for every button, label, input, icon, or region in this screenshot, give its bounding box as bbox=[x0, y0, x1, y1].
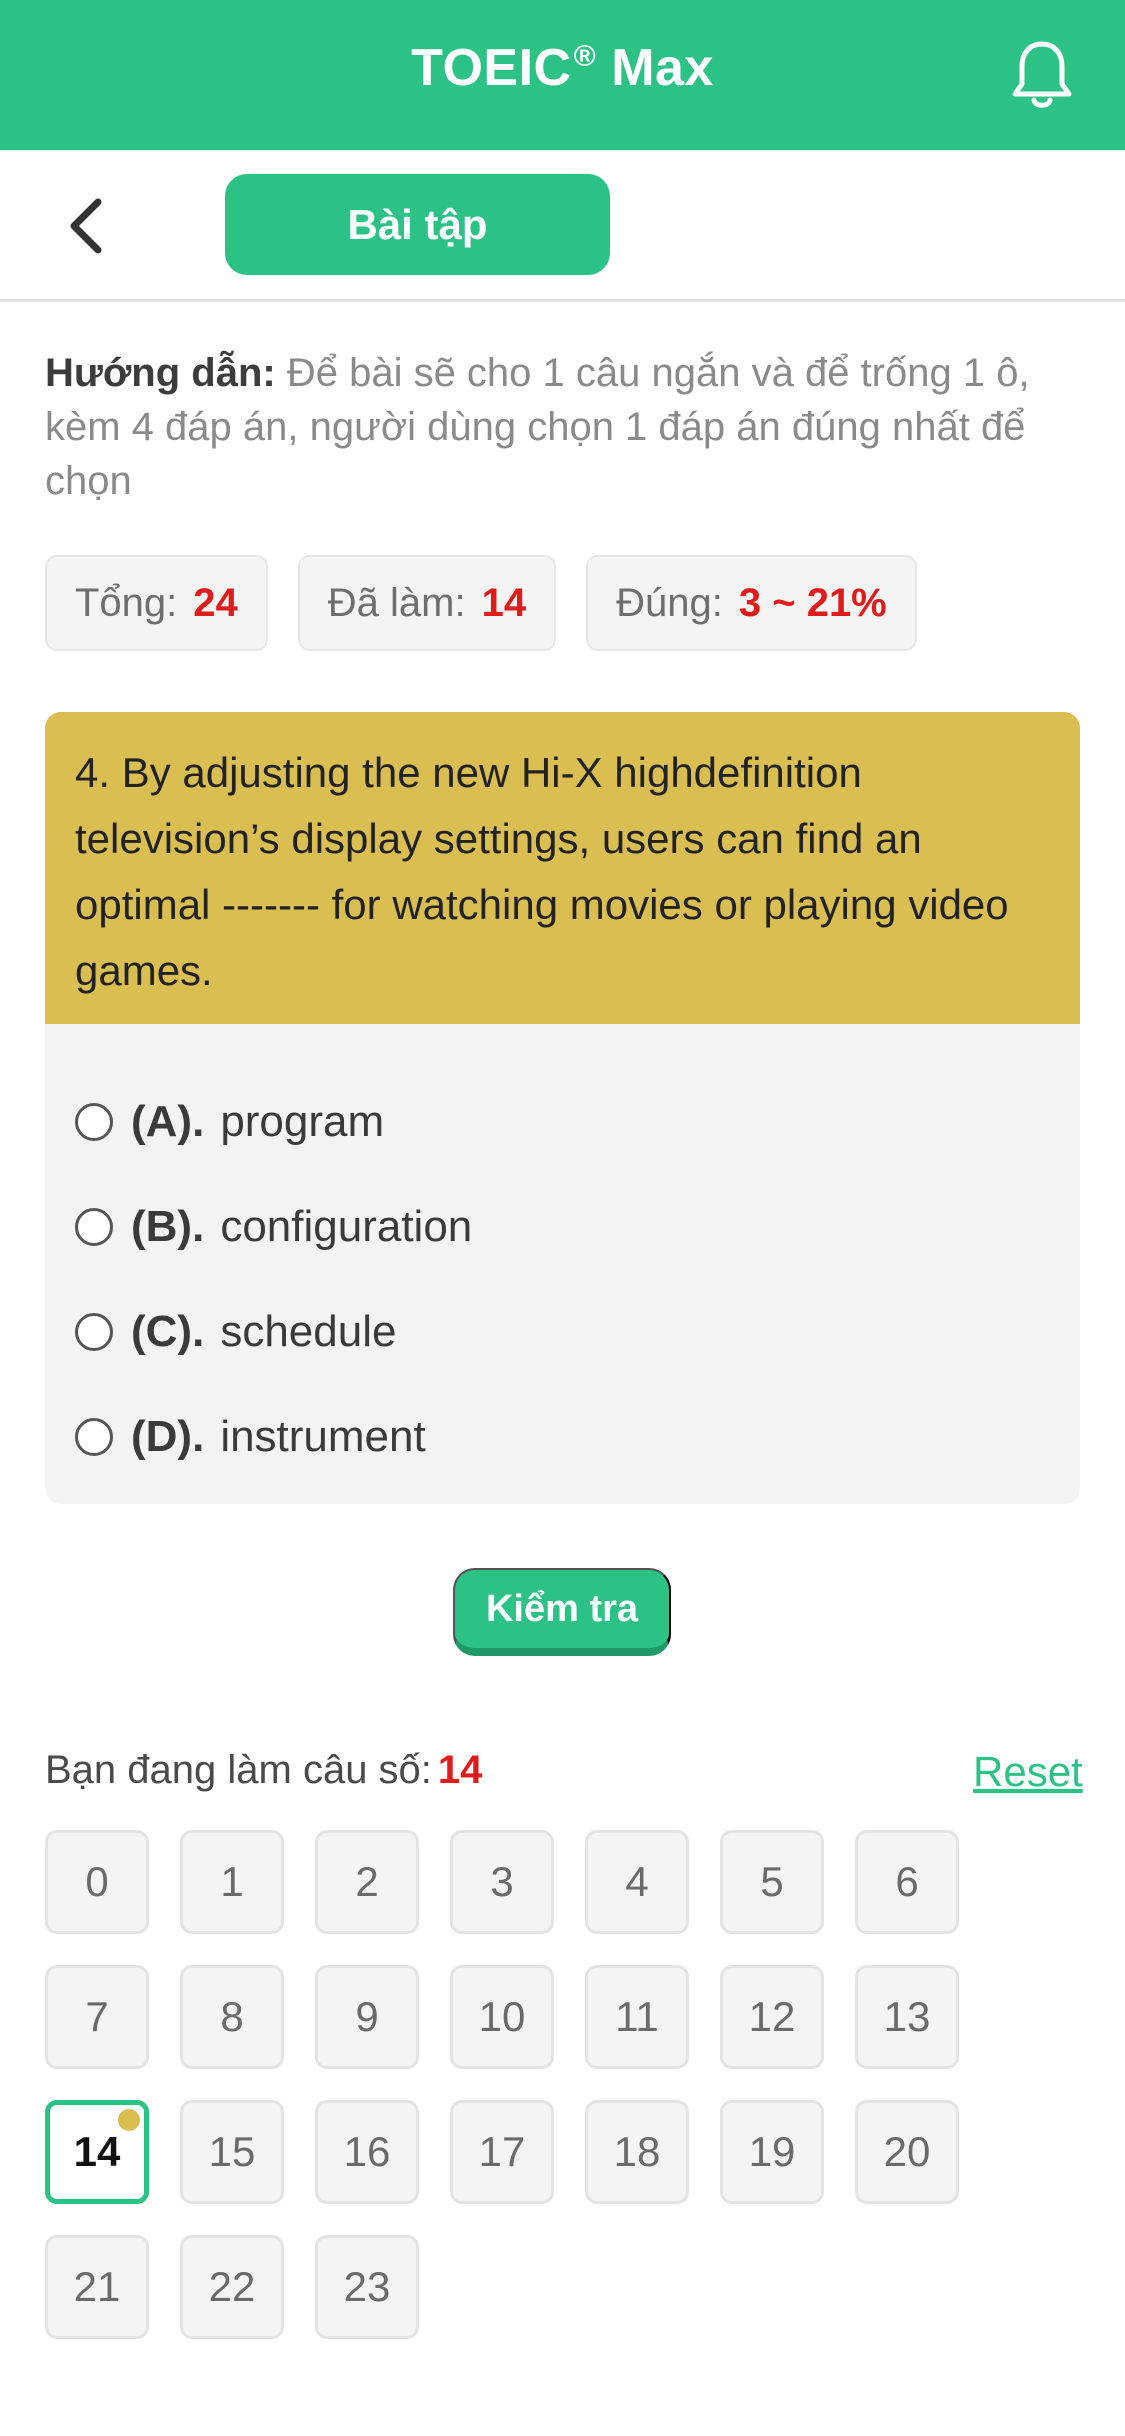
stat-done-value: 14 bbox=[481, 580, 527, 625]
question-cell-number: 14 bbox=[73, 2128, 121, 2175]
app-title-text: TOEIC bbox=[411, 39, 572, 97]
question-cell[interactable]: 18 bbox=[585, 2100, 689, 2204]
app-bar: TOEIC® Max bbox=[0, 0, 1125, 150]
question-cell[interactable]: 13 bbox=[855, 1965, 959, 2069]
question-cell[interactable]: 9 bbox=[315, 1965, 419, 2069]
question-text: 4. By adjusting the new Hi-X highdefinit… bbox=[45, 712, 1080, 1024]
stat-total-value: 24 bbox=[193, 580, 238, 625]
option-text: schedule bbox=[220, 1306, 397, 1356]
check-button[interactable]: Kiểm tra bbox=[453, 1568, 671, 1656]
notification-bell-icon[interactable] bbox=[1009, 38, 1075, 112]
question-cell[interactable]: 22 bbox=[180, 2235, 284, 2339]
question-cell[interactable]: 5 bbox=[720, 1830, 824, 1934]
option-letter: (A). bbox=[131, 1096, 205, 1146]
question-cell[interactable]: 8 bbox=[180, 1965, 284, 2069]
answer-options: (A). program (B). configuration (C). sch… bbox=[45, 1024, 1080, 1489]
instructions: Hướng dẫn: Để bài sẽ cho 1 câu ngắn và đ… bbox=[45, 346, 1080, 508]
option-b[interactable]: (B). configuration bbox=[45, 1174, 1080, 1279]
question-cell[interactable]: 2 bbox=[315, 1830, 419, 1934]
registered-mark: ® bbox=[573, 40, 597, 73]
stat-correct: Đúng: 3 ~ 21% bbox=[586, 555, 917, 651]
reset-link[interactable]: Reset bbox=[973, 1748, 1083, 1796]
current-question: Bạn đang làm câu số: 14 bbox=[45, 1748, 482, 1793]
question-cell[interactable]: 10 bbox=[450, 1965, 554, 2069]
stat-total-label: Tổng: bbox=[75, 580, 178, 625]
question-cell[interactable]: 4 bbox=[585, 1830, 689, 1934]
status-dot-icon bbox=[118, 2109, 140, 2131]
option-d[interactable]: (D). instrument bbox=[45, 1384, 1080, 1489]
question-cell[interactable]: 1 bbox=[180, 1830, 284, 1934]
option-c[interactable]: (C). schedule bbox=[45, 1279, 1080, 1384]
question-cell[interactable]: 20 bbox=[855, 2100, 959, 2204]
question-cell[interactable]: 7 bbox=[45, 1965, 149, 2069]
option-letter: (B). bbox=[131, 1201, 205, 1251]
question-card: 4. By adjusting the new Hi-X highdefinit… bbox=[45, 712, 1080, 1504]
option-text: configuration bbox=[220, 1201, 473, 1251]
option-letter: (D). bbox=[131, 1411, 205, 1461]
question-cell[interactable]: 21 bbox=[45, 2235, 149, 2339]
question-cell-current[interactable]: 14 bbox=[45, 2100, 149, 2204]
question-grid: 0 1 2 3 4 5 6 7 8 9 10 11 12 13 14 15 16… bbox=[45, 1830, 1080, 2339]
question-cell[interactable]: 16 bbox=[315, 2100, 419, 2204]
question-cell[interactable]: 11 bbox=[585, 1965, 689, 2069]
current-question-label: Bạn đang làm câu số: bbox=[45, 1748, 432, 1792]
tab-exercises[interactable]: Bài tập bbox=[225, 174, 610, 275]
app-title-suffix: Max bbox=[611, 39, 714, 97]
option-text: program bbox=[220, 1096, 385, 1146]
question-cell[interactable]: 6 bbox=[855, 1830, 959, 1934]
stat-correct-value: 3 ~ 21% bbox=[738, 580, 887, 625]
toolbar: Bài tập bbox=[0, 150, 1125, 302]
back-arrow-icon[interactable] bbox=[60, 194, 120, 258]
radio-button[interactable] bbox=[75, 1312, 113, 1351]
app-title: TOEIC® Max bbox=[0, 38, 1125, 98]
instructions-label: Hướng dẫn: bbox=[45, 351, 276, 395]
question-cell[interactable]: 17 bbox=[450, 2100, 554, 2204]
question-cell[interactable]: 3 bbox=[450, 1830, 554, 1934]
option-a[interactable]: (A). program bbox=[45, 1069, 1080, 1174]
question-cell[interactable]: 0 bbox=[45, 1830, 149, 1934]
radio-button[interactable] bbox=[75, 1417, 113, 1456]
radio-button[interactable] bbox=[75, 1102, 113, 1141]
stat-correct-label: Đúng: bbox=[616, 580, 723, 625]
stat-done-label: Đã làm: bbox=[327, 580, 466, 625]
stat-done: Đã làm: 14 bbox=[297, 555, 557, 651]
option-letter: (C). bbox=[131, 1306, 205, 1356]
question-cell[interactable]: 19 bbox=[720, 2100, 824, 2204]
question-cell[interactable]: 23 bbox=[315, 2235, 419, 2339]
radio-button[interactable] bbox=[75, 1207, 113, 1246]
current-question-number: 14 bbox=[437, 1748, 483, 1792]
stats-row: Tổng: 24 Đã làm: 14 Đúng: 3 ~ 21% bbox=[45, 555, 917, 651]
question-cell[interactable]: 15 bbox=[180, 2100, 284, 2204]
question-cell[interactable]: 12 bbox=[720, 1965, 824, 2069]
stat-total: Tổng: 24 bbox=[45, 555, 268, 651]
option-text: instrument bbox=[220, 1411, 426, 1461]
